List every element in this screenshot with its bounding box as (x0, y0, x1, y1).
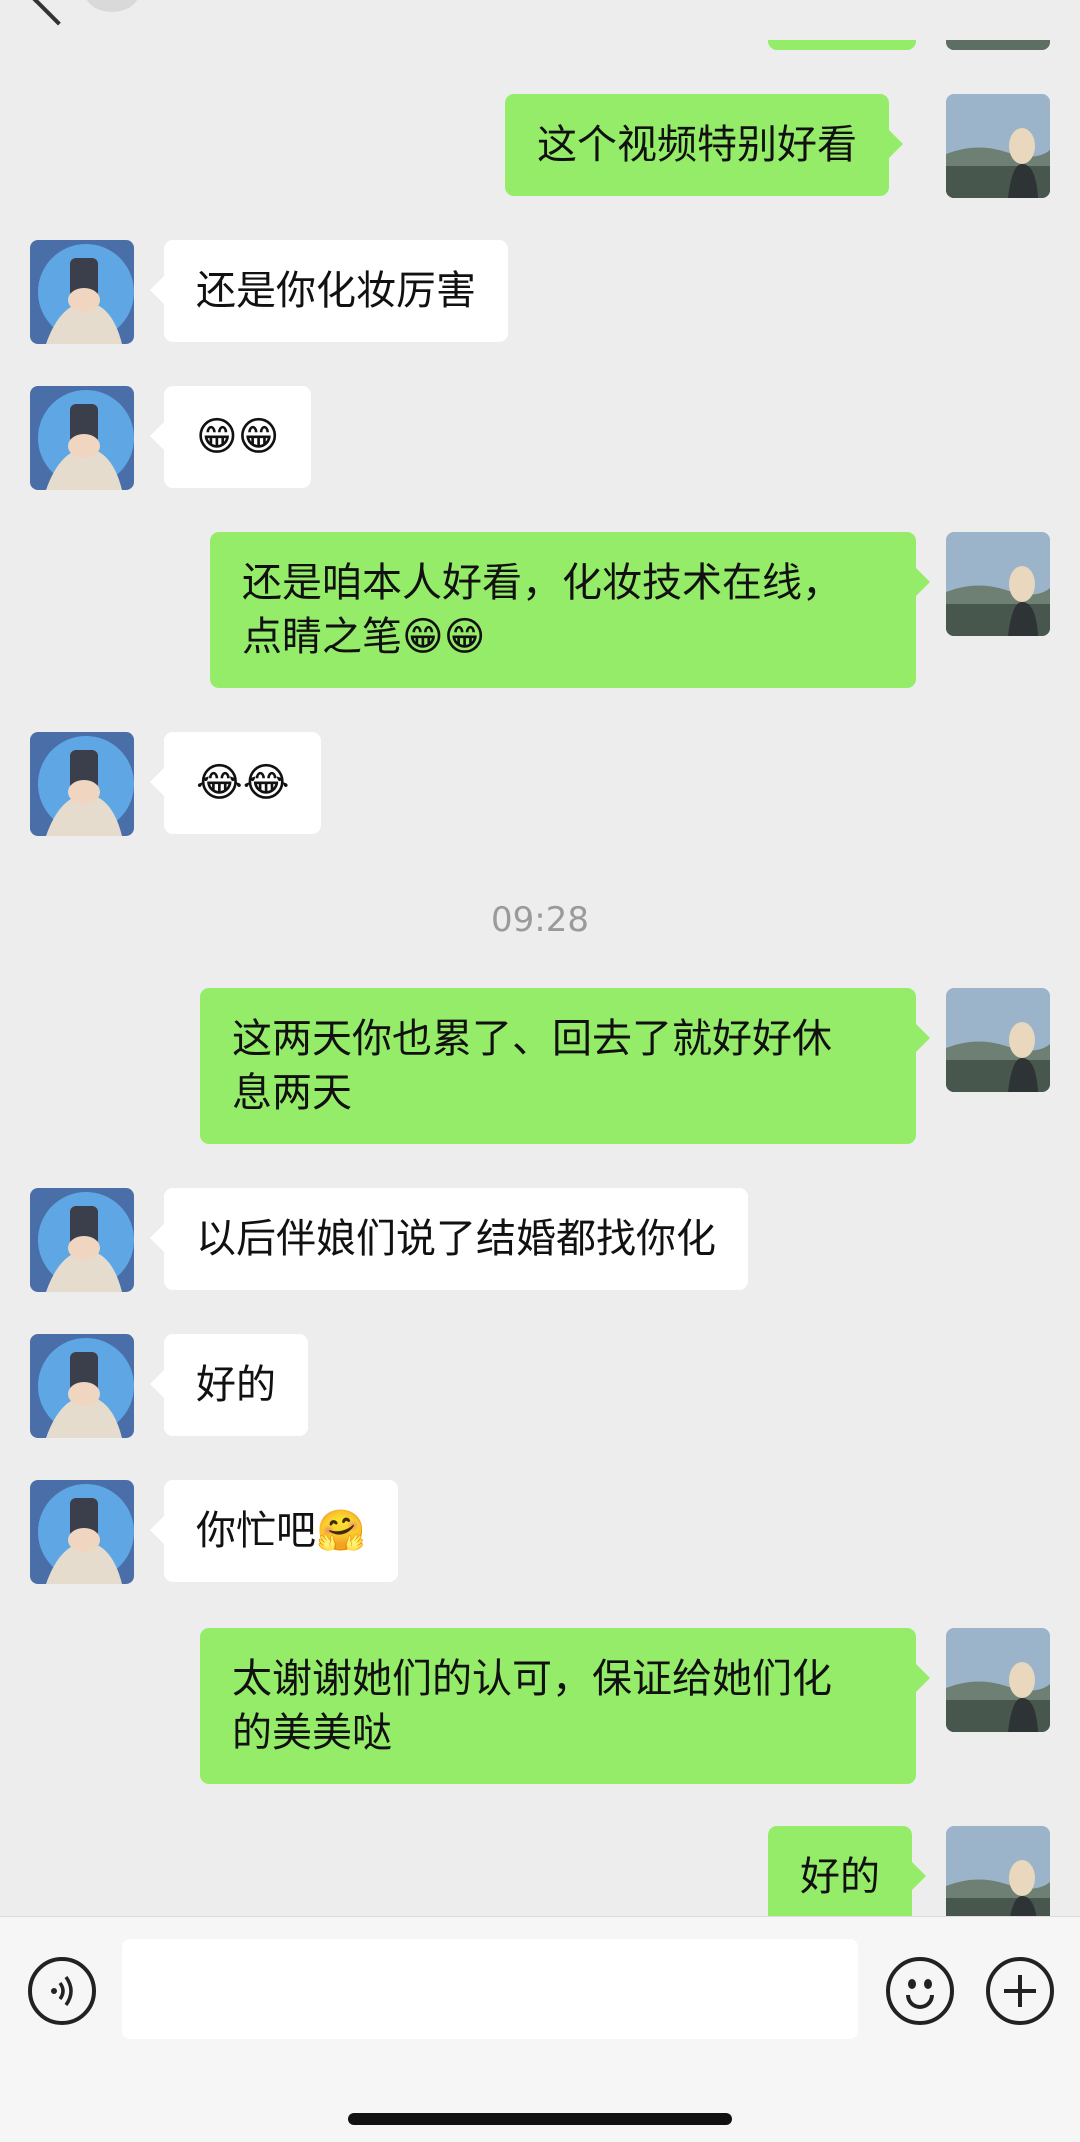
message-list[interactable]: 这个视频特别好看 还是你化妆厉害 😁😁 还是咱本人好看，化妆技术在线， 点睛之笔… (0, 0, 1080, 1916)
emoji-mouth (906, 1995, 934, 2009)
message-bubble[interactable]: 以后伴娘们说了结婚都找你化 (150, 1188, 748, 1290)
message-bubble[interactable]: 好的 (768, 1826, 926, 1916)
input-bar (0, 1916, 1080, 2142)
message-bubble[interactable]: 😂😂 (149, 732, 322, 834)
header-avatar[interactable] (84, 0, 140, 12)
chat-screen: 这个视频特别好看 还是你化妆厉害 😁😁 还是咱本人好看，化妆技术在线， 点睛之笔… (0, 0, 1080, 2142)
message-bubble[interactable]: 还是咱本人好看，化妆技术在线， 点睛之笔😁😁 (210, 532, 930, 688)
message-bubble[interactable]: 好的 (150, 1334, 308, 1436)
message-bubble[interactable]: 太谢谢她们的认可，保证给她们化 的美美哒 (200, 1628, 930, 1784)
my-avatar[interactable] (946, 1826, 1050, 1916)
chat-header (0, 0, 1080, 40)
message-bubble[interactable]: 还是你化妆厉害 (150, 240, 508, 342)
my-avatar[interactable] (946, 94, 1050, 198)
chat-title (430, 0, 630, 4)
message-bubble[interactable]: 这两天你也累了、回去了就好好休 息两天 (200, 988, 930, 1144)
my-avatar[interactable] (946, 988, 1050, 1092)
my-avatar[interactable] (946, 1628, 1050, 1732)
message-bubble[interactable]: 你忙吧🤗 (150, 1480, 398, 1582)
message-input[interactable] (122, 1939, 858, 2039)
contact-avatar[interactable] (30, 386, 134, 490)
contact-avatar[interactable] (30, 1334, 134, 1438)
my-avatar[interactable] (946, 532, 1050, 636)
back-arrow-icon[interactable] (32, 0, 84, 26)
message-bubble[interactable]: 😁😁 (149, 386, 312, 488)
contact-avatar[interactable] (30, 1188, 134, 1292)
emoji-icon[interactable] (886, 1957, 954, 2025)
contact-avatar[interactable] (30, 732, 134, 836)
voice-icon[interactable] (28, 1957, 96, 2025)
emoji-eye-right (924, 1979, 932, 1989)
message-timestamp: 09:28 (491, 900, 589, 940)
contact-avatar[interactable] (30, 240, 134, 344)
emoji-eye-left (908, 1979, 916, 1989)
message-bubble[interactable]: 这个视频特别好看 (505, 94, 903, 196)
plus-icon[interactable] (986, 1957, 1054, 2025)
contact-avatar[interactable] (30, 1480, 134, 1584)
home-indicator[interactable] (348, 2113, 732, 2125)
voice-wave-icon (51, 1975, 73, 2007)
